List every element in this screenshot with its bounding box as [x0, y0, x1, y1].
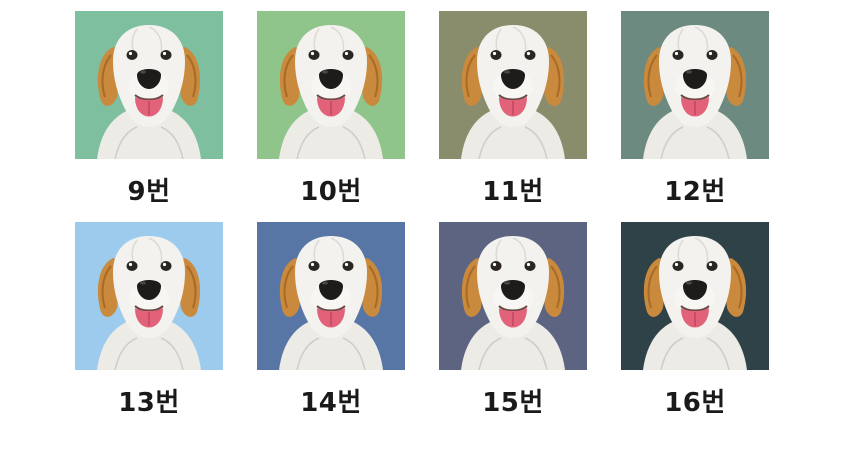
swatch-card-11[interactable]: 11번 [439, 11, 587, 219]
dog-portrait-icon [439, 11, 587, 159]
dog-portrait-icon [75, 222, 223, 370]
swatch-label: 9번 [127, 177, 171, 207]
swatch-tile [439, 11, 587, 159]
swatch-card-12[interactable]: 12번 [621, 11, 769, 219]
swatch-card-14[interactable]: 14번 [257, 222, 405, 430]
swatch-tile [439, 222, 587, 370]
swatch-card-10[interactable]: 10번 [257, 11, 405, 219]
dog-portrait-icon [621, 11, 769, 159]
dog-portrait-icon [621, 222, 769, 370]
swatch-tile [257, 222, 405, 370]
swatch-label: 16번 [664, 388, 726, 418]
swatch-card-16[interactable]: 16번 [621, 222, 769, 430]
swatch-tile [75, 11, 223, 159]
dog-portrait-icon [439, 222, 587, 370]
swatch-label: 10번 [300, 177, 362, 207]
swatch-label: 11번 [482, 177, 544, 207]
swatch-card-15[interactable]: 15번 [439, 222, 587, 430]
swatch-tile [257, 11, 405, 159]
dog-portrait-icon [257, 11, 405, 159]
swatch-label: 14번 [300, 388, 362, 418]
swatch-label: 12번 [664, 177, 726, 207]
swatch-card-13[interactable]: 13번 [75, 222, 223, 430]
swatch-tile [621, 222, 769, 370]
swatch-tile [75, 222, 223, 370]
dog-portrait-icon [75, 11, 223, 159]
swatch-label: 15번 [482, 388, 544, 418]
swatch-card-9[interactable]: 9번 [75, 11, 223, 219]
swatch-gallery: 9번 10번 11번 12번 13번 14번 15번 16번 [0, 0, 863, 465]
swatch-tile [621, 11, 769, 159]
swatch-label: 13번 [118, 388, 180, 418]
dog-portrait-icon [257, 222, 405, 370]
